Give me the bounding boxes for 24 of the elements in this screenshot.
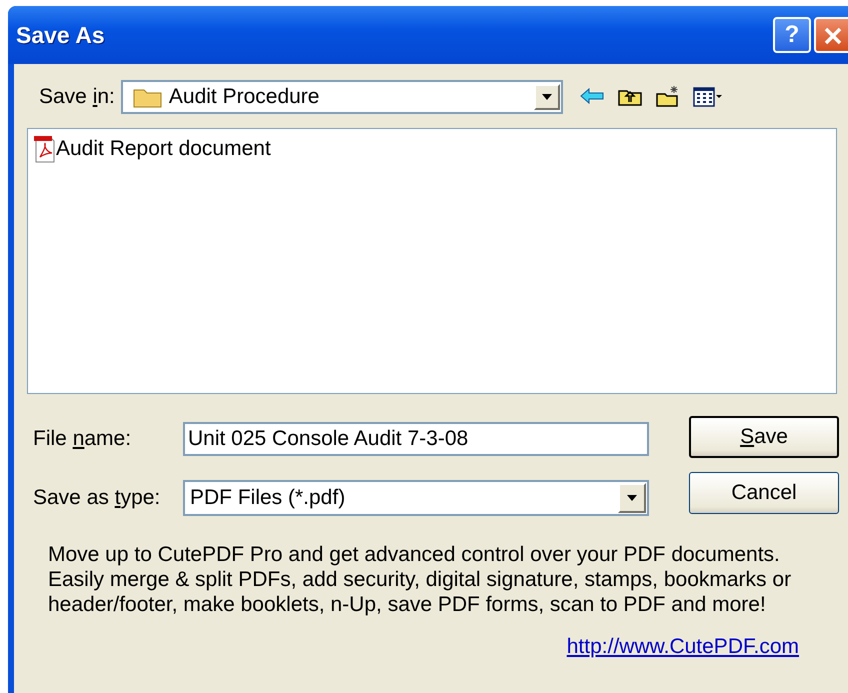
folder-name: Audit Procedure [168,84,320,110]
file-type-value: PDF Files (*.pdf) [190,485,346,512]
folder-dropdown[interactable]: Audit Procedure [120,80,563,114]
window-title: Save As [16,20,105,50]
dropdown-arrow-button[interactable] [618,483,646,513]
pdf-file-icon [32,134,56,163]
help-button[interactable]: ? [773,17,811,53]
cancel-button[interactable]: Cancel [689,472,839,514]
file-name[interactable]: Audit Report document [56,133,271,164]
promo-text: Move up to CutePDF Pro and get advanced control over your PDF documents. Easily merge & split PDFs, add security, digital signature, stamps, bookmarks or header/footer, make booklets, n-Up, save PDF forms, scan to PDF and more! [48,542,792,617]
save-as-type-label: Save as type: [33,485,162,512]
file-name-field[interactable]: Unit 025 Console Audit 7-3-08 [183,422,649,456]
caret-icon [542,94,552,100]
file-type-dropdown[interactable]: PDF Files (*.pdf) [183,480,649,516]
close-icon [823,26,843,46]
file-name-label: File name: [33,426,132,452]
save-button[interactable]: Save [689,416,839,458]
close-button[interactable] [814,17,848,53]
save-in-label: Save in: [39,84,115,110]
website-link[interactable]: http://www.CutePDF.com [566,631,799,662]
dropdown-arrow-button[interactable] [534,84,560,110]
new-folder-icon[interactable] [654,85,681,109]
views-menu-icon[interactable] [692,85,723,109]
caret-icon [627,495,637,501]
